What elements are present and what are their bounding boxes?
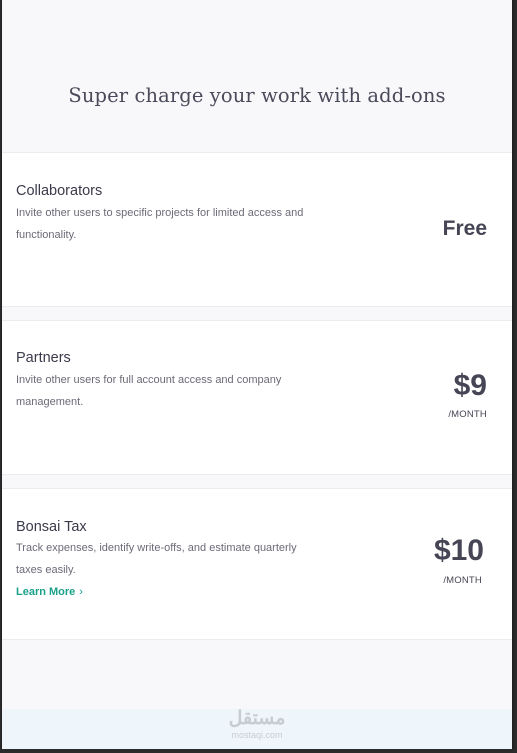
watermark-logo: مستقل mostaqi.com (2, 708, 512, 740)
addon-description: Invite other users to specific projects … (16, 207, 304, 241)
addon-description: Invite other users for full account acce… (16, 374, 282, 408)
addons-panel: Super charge your work with add-ons Coll… (1, 0, 514, 749)
watermark-url: mostaqi.com (231, 730, 283, 740)
addon-card-partners: Partners Invite other users for full acc… (2, 320, 512, 475)
addon-price: Free (442, 217, 487, 240)
chevron-right-icon: › (79, 586, 83, 598)
addon-price: $10 (433, 534, 484, 567)
learn-more-link[interactable]: Learn More › (16, 586, 83, 598)
watermark-text: مستقل (228, 708, 286, 729)
addon-description: Track expenses, identify write-offs, and… (16, 542, 297, 576)
learn-more-label: Learn More (16, 586, 76, 598)
addon-title: Partners (16, 350, 71, 366)
addon-title: Bonsai Tax (16, 519, 87, 535)
addon-card-collaborators: Collaborators Invite other users to spec… (2, 152, 512, 307)
addon-period: /MONTH (448, 409, 487, 420)
addon-title: Collaborators (16, 183, 103, 199)
addon-card-bonsai-tax: Bonsai Tax Track expenses, identify writ… (2, 488, 512, 640)
addon-price: $9 (453, 369, 487, 402)
addon-period: /MONTH (443, 575, 482, 586)
page-title: Super charge your work with add-ons (68, 84, 446, 107)
